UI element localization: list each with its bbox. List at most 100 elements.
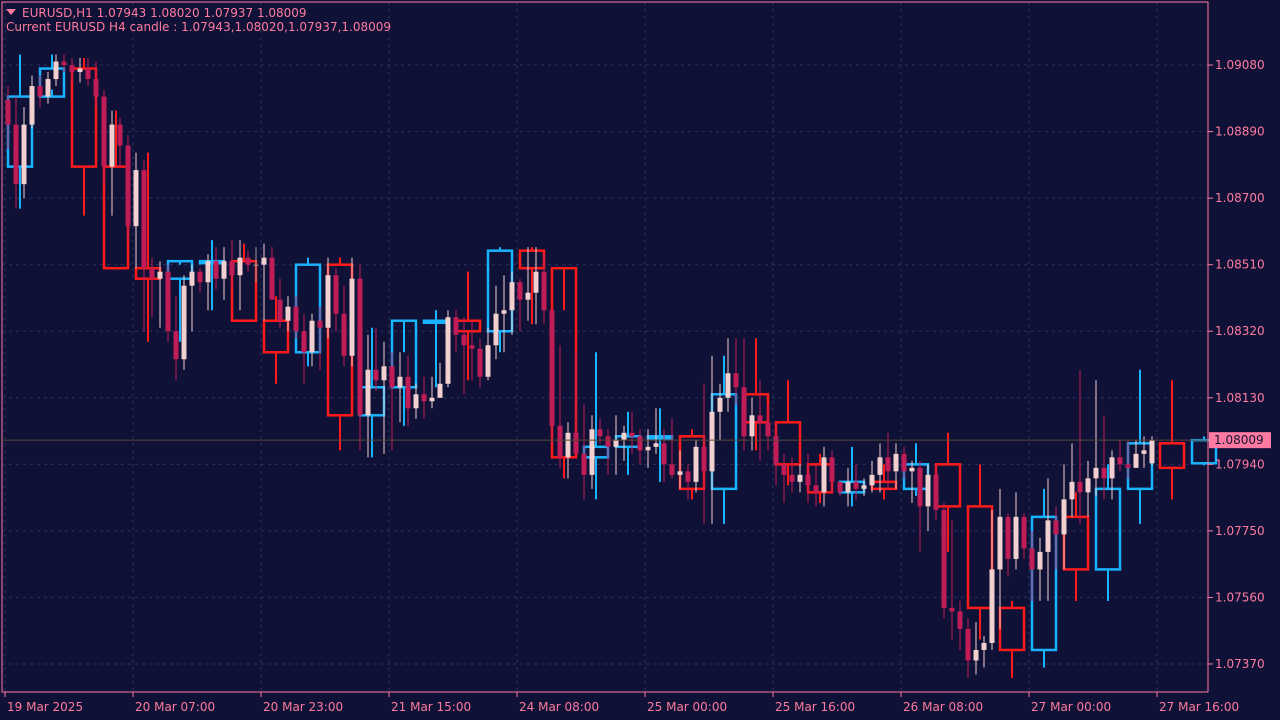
h1-candle-bull[interactable] (565, 432, 571, 458)
h1-candle-bull[interactable] (413, 394, 419, 409)
h1-candle-bull[interactable] (237, 257, 243, 276)
h1-candle-bear[interactable] (1029, 548, 1035, 570)
h1-candle-bear[interactable] (197, 271, 203, 283)
h1-candle-bear[interactable] (69, 65, 75, 73)
h4-candle-bull[interactable] (902, 463, 930, 491)
h4-candle-bull[interactable] (358, 386, 386, 417)
h1-candle-bear[interactable] (597, 429, 603, 437)
h1-candle-bull[interactable] (621, 432, 627, 440)
h1-candle-bear[interactable] (1077, 481, 1083, 493)
h1-candle-bear[interactable] (149, 268, 155, 279)
h1-candle-bull[interactable] (1045, 520, 1051, 552)
h1-candle-bear[interactable] (805, 474, 811, 486)
h4-candle-bull[interactable] (198, 259, 226, 265)
h1-candle-bear[interactable] (141, 170, 147, 269)
h1-candle-bear[interactable] (853, 481, 859, 489)
h1-candle-bull[interactable] (1085, 478, 1091, 493)
h1-candle-bull[interactable] (349, 278, 355, 356)
h1-candle-bull[interactable] (325, 275, 331, 328)
h1-candle-bear[interactable] (917, 467, 923, 507)
h4-candle-bear[interactable] (230, 259, 258, 322)
h1-candle-bull[interactable] (429, 397, 435, 402)
h1-candle-bull[interactable] (693, 446, 699, 482)
h1-candle-bear[interactable] (469, 345, 475, 349)
h1-candle-bear[interactable] (541, 271, 547, 311)
h1-candle-bull[interactable] (989, 569, 995, 643)
h1-candle-bear[interactable] (1101, 467, 1107, 479)
h1-candle-bear[interactable] (405, 376, 411, 409)
h1-candle-bear[interactable] (949, 607, 955, 612)
h1-candle-bear[interactable] (901, 453, 907, 472)
h1-candle-bull[interactable] (925, 474, 931, 507)
h1-candle-bull[interactable] (613, 439, 619, 447)
h1-candle-bull[interactable] (397, 376, 403, 388)
h1-candle-bull[interactable] (1133, 453, 1139, 468)
price-chart[interactable]: 1.09080 1.08890 1.08700 1.08510 1.08320 1.081… (0, 0, 1280, 720)
h1-candle-bull[interactable] (725, 373, 731, 398)
h1-candle-bull[interactable] (653, 443, 659, 447)
h4-candle-bear[interactable] (102, 165, 130, 270)
h1-candle-bear[interactable] (333, 275, 339, 314)
h1-candle-bear[interactable] (461, 334, 467, 346)
h1-candle-bull[interactable] (533, 271, 539, 293)
h4-candle-bear[interactable] (742, 393, 770, 424)
h4-candle-bull[interactable] (646, 435, 674, 440)
h1-candle-bear[interactable] (301, 331, 307, 353)
h4-candle-bear[interactable] (934, 463, 962, 508)
h1-candle-bull[interactable] (157, 271, 163, 279)
h1-candle-bear[interactable] (885, 457, 891, 472)
h1-candle-bull[interactable] (981, 642, 987, 650)
h1-candle-bear[interactable] (941, 509, 947, 608)
h1-candle-bull[interactable] (261, 257, 267, 265)
h4-candle-bull[interactable] (422, 319, 450, 324)
h4-candle-bull[interactable] (294, 263, 322, 354)
h1-candle-bull[interactable] (205, 261, 211, 283)
h1-candle-bull[interactable] (77, 68, 83, 73)
h4-candle-bear[interactable] (518, 249, 546, 270)
h1-candle-bear[interactable] (85, 68, 91, 80)
h4-candle-bear[interactable] (870, 480, 898, 491)
h1-candle-bull[interactable] (717, 397, 723, 412)
h1-candle-bear[interactable] (1117, 457, 1123, 465)
h1-candle-bear[interactable] (605, 436, 611, 447)
h1-candle-bull[interactable] (589, 429, 595, 475)
h1-candle-bear[interactable] (37, 86, 43, 97)
h1-candle-bear[interactable] (453, 317, 459, 335)
h4-candle-bear[interactable] (1062, 515, 1090, 571)
h1-candle-bull[interactable] (133, 170, 139, 227)
h1-candle-bear[interactable] (477, 348, 483, 377)
h1-candle-bull[interactable] (493, 313, 499, 346)
h1-candle-bear[interactable] (701, 446, 707, 472)
h1-candle-bull[interactable] (749, 415, 755, 437)
h1-candle-bull[interactable] (445, 317, 451, 384)
h1-candle-bear[interactable] (1053, 520, 1059, 535)
h1-candle-bear[interactable] (1125, 464, 1131, 468)
h1-candle-bull[interactable] (877, 457, 883, 475)
h1-candle-bear[interactable] (277, 299, 283, 321)
h1-candle-bull[interactable] (1149, 440, 1155, 464)
h1-candle-bull[interactable] (893, 453, 899, 472)
h1-candle-bull[interactable] (29, 86, 35, 125)
h1-candle-bull[interactable] (909, 467, 915, 472)
chart-window[interactable]: 1.09080 1.08890 1.08700 1.08510 1.08320 1.081… (0, 0, 1280, 720)
h1-candle-bull[interactable] (1093, 467, 1099, 479)
h1-candle-bear[interactable] (685, 471, 691, 482)
h1-candle-bull[interactable] (509, 282, 515, 311)
h1-candle-bull[interactable] (821, 457, 827, 493)
h1-candle-bull[interactable] (797, 474, 803, 482)
h1-candle-bear[interactable] (965, 628, 971, 661)
h1-candle-bull[interactable] (253, 264, 259, 266)
h4-candle-bull[interactable] (838, 480, 866, 494)
h1-candle-bear[interactable] (581, 453, 587, 475)
h1-candle-bear[interactable] (741, 387, 747, 437)
h1-candle-bear[interactable] (629, 432, 635, 437)
h4-candle-bull[interactable] (1030, 515, 1058, 652)
h1-candle-bull[interactable] (1013, 516, 1019, 559)
h1-candle-bear[interactable] (661, 443, 667, 465)
h1-candle-bear[interactable] (1021, 516, 1027, 549)
h1-candle-bear[interactable] (957, 611, 963, 629)
h4-candle-bear[interactable] (966, 505, 994, 610)
h1-candle-bear[interactable] (125, 145, 131, 227)
h1-candle-bear[interactable] (549, 310, 555, 426)
h1-candle-bull[interactable] (109, 124, 115, 167)
